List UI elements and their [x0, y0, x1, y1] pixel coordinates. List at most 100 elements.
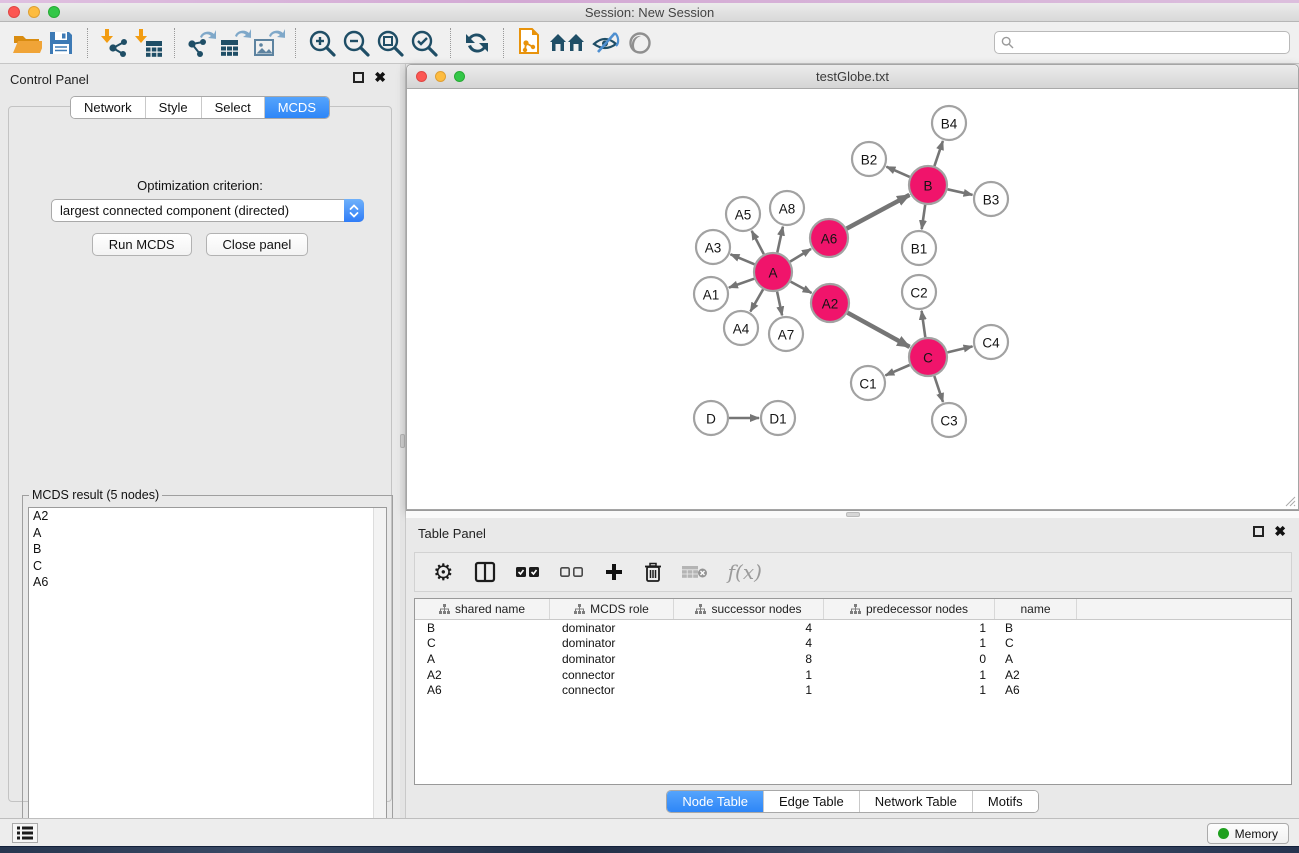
export-image-button[interactable]: [252, 26, 286, 60]
table-row[interactable]: A2connector11A2: [415, 667, 1291, 683]
add-column-icon[interactable]: [604, 558, 624, 586]
close-panel-icon[interactable]: ✖: [1274, 526, 1286, 537]
refresh-button[interactable]: [460, 26, 494, 60]
result-list-item[interactable]: B: [29, 541, 386, 558]
graph-edge-A-A6[interactable]: [790, 249, 811, 262]
zoom-in-button[interactable]: [305, 26, 339, 60]
splitter-grip[interactable]: [846, 512, 860, 517]
table-cell[interactable]: C: [995, 636, 1077, 650]
table-cell[interactable]: connector: [550, 668, 674, 682]
close-panel-button[interactable]: Close panel: [206, 233, 309, 256]
table-cell[interactable]: 1: [824, 636, 995, 650]
graph-edge-A-A1[interactable]: [729, 279, 754, 288]
table-cell[interactable]: 0: [824, 652, 995, 666]
result-list-item[interactable]: A: [29, 525, 386, 542]
graph-edge-B-B3[interactable]: [948, 189, 973, 195]
run-mcds-button[interactable]: Run MCDS: [92, 233, 192, 256]
open-session-button[interactable]: [10, 26, 44, 60]
settings-gear-icon[interactable]: ⚙: [433, 558, 454, 586]
node-table[interactable]: shared nameMCDS rolesuccessor nodesprede…: [414, 598, 1292, 785]
graph-edge-A6-B[interactable]: [847, 195, 910, 229]
close-panel-icon[interactable]: ✖: [374, 72, 386, 83]
export-network-button[interactable]: [184, 26, 218, 60]
table-cell[interactable]: 1: [824, 668, 995, 682]
search-input[interactable]: [1018, 35, 1289, 50]
import-table-button[interactable]: [131, 26, 165, 60]
first-neighbors-button[interactable]: [547, 26, 589, 60]
table-cell[interactable]: dominator: [550, 621, 674, 635]
table-row[interactable]: Bdominator41B: [415, 620, 1291, 636]
table-cell[interactable]: connector: [550, 683, 674, 697]
column-header-mcds-role[interactable]: MCDS role: [550, 599, 674, 619]
column-header-shared-name[interactable]: shared name: [415, 599, 550, 619]
import-network-button[interactable]: [97, 26, 131, 60]
tab-network-table[interactable]: Network Table: [859, 791, 972, 812]
table-cell[interactable]: A: [415, 652, 550, 666]
graph-edge-B-B4[interactable]: [934, 141, 943, 166]
table-cell[interactable]: 8: [674, 652, 824, 666]
table-cell[interactable]: A6: [995, 683, 1077, 697]
export-table-button[interactable]: [218, 26, 252, 60]
graph-edge-A-A2[interactable]: [791, 282, 812, 293]
table-cell[interactable]: A2: [995, 668, 1077, 682]
network-canvas[interactable]: B4B2BB3A8A5A6A3B1AC2A1A2A4A7C4CC1DD1C3: [407, 89, 1298, 509]
graph-edge-C-C4[interactable]: [948, 346, 973, 352]
table-cell[interactable]: dominator: [550, 636, 674, 650]
tab-select[interactable]: Select: [201, 97, 264, 118]
table-cell[interactable]: B: [415, 621, 550, 635]
tab-style[interactable]: Style: [145, 97, 201, 118]
graph-edge-C-C3[interactable]: [934, 376, 943, 402]
graph-edge-C-C1[interactable]: [885, 365, 909, 375]
splitter-grip[interactable]: [400, 434, 405, 448]
task-history-button[interactable]: [12, 823, 38, 843]
table-cell[interactable]: A: [995, 652, 1077, 666]
save-session-button[interactable]: [44, 26, 78, 60]
table-cell[interactable]: dominator: [550, 652, 674, 666]
tab-motifs[interactable]: Motifs: [972, 791, 1038, 812]
table-cell[interactable]: 4: [674, 621, 824, 635]
network-graph[interactable]: B4B2BB3A8A5A6A3B1AC2A1A2A4A7C4CC1DD1C3: [407, 89, 1298, 509]
graph-edge-A2-C[interactable]: [848, 313, 910, 347]
deselect-all-icon[interactable]: [560, 558, 584, 586]
result-list-item[interactable]: A2: [29, 508, 386, 525]
column-header-name[interactable]: name: [995, 599, 1077, 619]
tab-edge-table[interactable]: Edge Table: [763, 791, 859, 812]
column-header-predecessor-nodes[interactable]: predecessor nodes: [824, 599, 995, 619]
table-row[interactable]: Cdominator41C: [415, 636, 1291, 652]
table-cell[interactable]: A6: [415, 683, 550, 697]
result-list-item[interactable]: A6: [29, 574, 386, 591]
graph-edge-C-C2[interactable]: [922, 311, 926, 337]
table-cell[interactable]: A2: [415, 668, 550, 682]
table-cell[interactable]: 1: [674, 668, 824, 682]
tab-network[interactable]: Network: [71, 97, 145, 118]
resize-grip-icon[interactable]: [1282, 493, 1296, 507]
zoom-fit-button[interactable]: [373, 26, 407, 60]
split-column-icon[interactable]: [474, 558, 496, 586]
zoom-out-button[interactable]: [339, 26, 373, 60]
table-cell[interactable]: C: [415, 636, 550, 650]
graph-edge-A-A3[interactable]: [731, 254, 755, 264]
hide-details-button[interactable]: [589, 26, 623, 60]
search-field[interactable]: [994, 31, 1290, 54]
list-scrollbar[interactable]: [373, 508, 386, 835]
tab-mcds[interactable]: MCDS: [264, 97, 329, 118]
select-all-icon[interactable]: [516, 558, 540, 586]
table-cell[interactable]: 1: [824, 683, 995, 697]
optimization-criterion-dropdown[interactable]: largest connected component (directed): [51, 199, 364, 222]
graph-edge-B-B1[interactable]: [922, 205, 926, 229]
graph-edge-A-A7[interactable]: [777, 292, 782, 316]
table-row[interactable]: Adominator80A: [415, 651, 1291, 667]
main-titlebar[interactable]: Session: New Session: [0, 3, 1299, 22]
table-cell[interactable]: 1: [674, 683, 824, 697]
table-cell[interactable]: 4: [674, 636, 824, 650]
column-header-successor-nodes[interactable]: successor nodes: [674, 599, 824, 619]
graph-edge-A-A4[interactable]: [750, 289, 763, 311]
zoom-selected-button[interactable]: [407, 26, 441, 60]
mcds-result-list[interactable]: A2ABCA6: [28, 507, 387, 836]
graph-edge-A-A8[interactable]: [777, 227, 783, 253]
tab-node-table[interactable]: Node Table: [667, 791, 763, 812]
graph-edge-A-A5[interactable]: [752, 231, 764, 254]
table-cell[interactable]: 1: [824, 621, 995, 635]
delete-column-icon[interactable]: [644, 558, 662, 586]
graph-edge-B-B2[interactable]: [886, 167, 909, 177]
